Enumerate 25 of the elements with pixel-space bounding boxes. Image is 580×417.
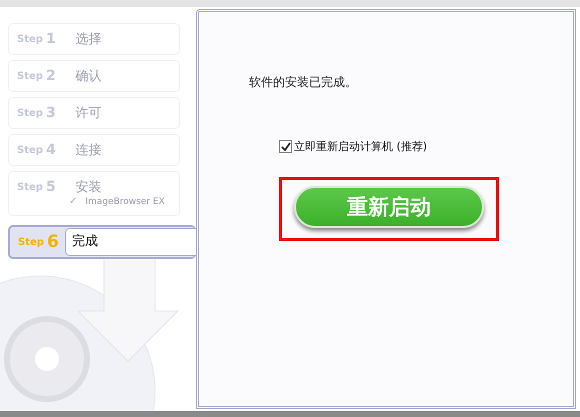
step-prefix: Step — [17, 34, 43, 44]
checkmark-icon — [280, 142, 290, 152]
step-number: 3 — [46, 105, 56, 121]
step-number: 1 — [46, 31, 56, 47]
check-glyph: ✓ — [69, 196, 78, 207]
step-label: 许可 — [76, 105, 102, 122]
step-label: 选择 — [76, 31, 102, 48]
step-number: 4 — [46, 142, 56, 158]
completion-message: 软件的安装已完成。 — [249, 74, 357, 91]
step-prefix: Step — [17, 182, 43, 192]
step-label: 完成 — [64, 228, 196, 256]
step-prefix: Step — [17, 144, 43, 156]
step-prefix: Step — [18, 236, 44, 248]
step-label: 连接 — [76, 142, 102, 159]
step-label: 安装 — [76, 179, 102, 196]
step-number: 6 — [46, 232, 59, 252]
step-prefix: Step — [17, 70, 43, 82]
step-number: 2 — [46, 68, 56, 84]
restart-checkbox[interactable] — [279, 140, 292, 153]
step-number: 5 — [46, 179, 56, 195]
restart-button[interactable]: 重新启动 — [294, 186, 484, 228]
step-prefix: Step — [17, 108, 43, 118]
step-label: 确认 — [76, 68, 102, 85]
component-label: ImageBrowser EX — [85, 196, 165, 206]
checkbox-label: 立即重新启动计算机 (推荐) — [294, 139, 428, 154]
